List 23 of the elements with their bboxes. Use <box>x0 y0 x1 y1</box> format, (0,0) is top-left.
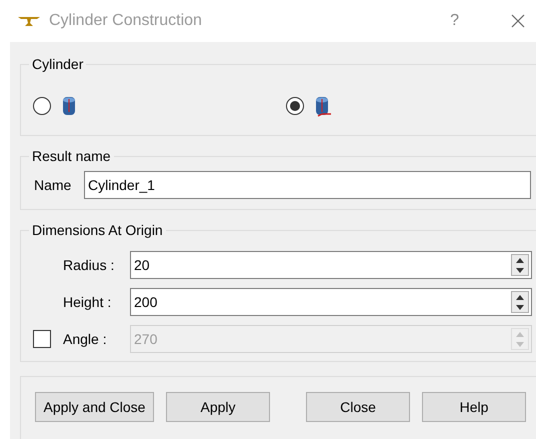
radio-button[interactable] <box>33 97 51 115</box>
radio-button[interactable] <box>286 97 304 115</box>
dialog-button[interactable]: Close <box>306 392 410 422</box>
field-label: Angle : <box>62 330 108 349</box>
group-title: Cylinder <box>31 55 84 74</box>
number-field[interactable]: 200 <box>130 288 532 316</box>
number-field[interactable]: 20 <box>130 251 532 279</box>
name-field[interactable]: Cylinder_1 <box>84 171 531 199</box>
dialog-button[interactable]: Apply <box>166 392 270 422</box>
window-title: Cylinder Construction <box>49 11 202 31</box>
cylinder-axes-icon <box>313 95 333 117</box>
group-title: Dimensions At Origin <box>31 221 164 240</box>
field-label: Radius : <box>62 256 116 274</box>
help-button[interactable]: ? <box>450 9 459 33</box>
field-label: Name <box>33 176 72 194</box>
spin-arrows-icon[interactable] <box>511 291 529 313</box>
dialog-button[interactable]: Apply and Close <box>35 392 154 422</box>
field-label: Height : <box>62 292 112 312</box>
dialog-button[interactable]: Help <box>422 392 526 422</box>
app-logo-icon <box>17 14 41 28</box>
spin-arrows-icon[interactable] <box>511 254 529 276</box>
group-title: Result name <box>31 147 112 166</box>
close-icon[interactable] <box>511 14 525 28</box>
